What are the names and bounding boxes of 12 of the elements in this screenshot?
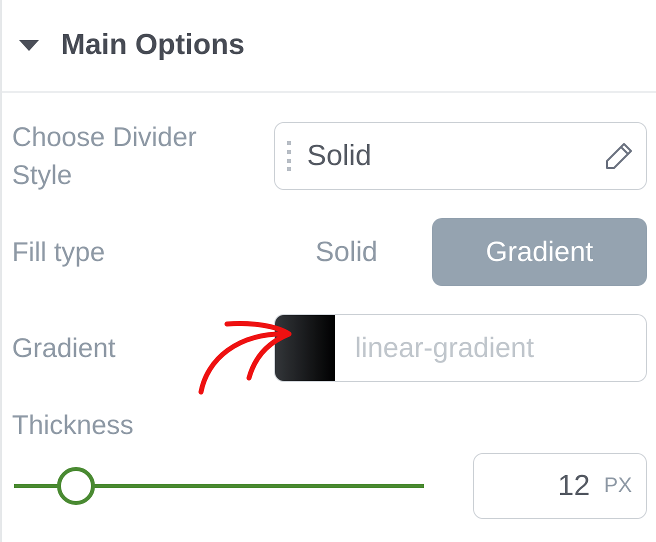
- thickness-input[interactable]: 12 PX: [473, 453, 647, 519]
- field-label: Gradient: [12, 332, 117, 365]
- divider-style-field[interactable]: Solid: [274, 122, 647, 190]
- field-label: Fill type: [12, 236, 106, 269]
- unit-label: PX: [604, 474, 632, 498]
- drag-handle-icon: [287, 141, 291, 171]
- pencil-icon[interactable]: [604, 141, 634, 171]
- slider-thumb[interactable]: [56, 467, 94, 505]
- field-label: Choose Divider Style: [12, 121, 198, 192]
- caret-icon[interactable]: [19, 40, 39, 52]
- section-title: Main Options: [61, 29, 245, 62]
- field-label: Thickness: [12, 409, 135, 442]
